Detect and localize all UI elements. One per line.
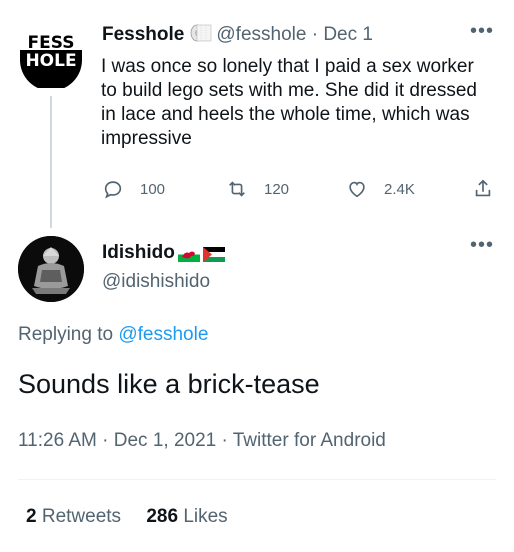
share-button[interactable] <box>472 176 494 202</box>
retweets-stat-count: 2 <box>26 506 37 527</box>
replying-to-prefix: Replying to <box>18 324 114 345</box>
parent-tweet-text: I was once so lonely that I paid a sex w… <box>101 56 477 149</box>
wales-flag-icon <box>177 246 200 262</box>
like-count: 2.4K <box>384 180 415 198</box>
likes-stat-label: Likes <box>183 506 228 527</box>
parent-date[interactable]: Dec 1 <box>323 24 373 45</box>
retweet-button[interactable]: 120 <box>226 176 289 202</box>
reply-timestamp[interactable]: 11:26 AM · Dec 1, 2021 · Twitter for And… <box>18 430 386 452</box>
parent-author-name[interactable]: Fesshole <box>102 24 184 45</box>
retweet-icon <box>229 181 245 197</box>
share-icon <box>475 179 491 197</box>
reply-more-icon[interactable]: ••• <box>470 235 494 255</box>
reply-handle[interactable]: @idishishido <box>102 271 210 293</box>
like-button[interactable]: 2.4K <box>346 176 415 202</box>
reply-tweet-text: Sounds like a brick-tease <box>18 369 320 399</box>
reply-icon <box>104 181 122 199</box>
engagement-stats: 2 Retweets 286 Likes <box>26 506 228 528</box>
likes-stat-count: 286 <box>146 506 179 527</box>
heart-icon <box>349 181 365 198</box>
reply-author-name[interactable]: Idishido <box>102 242 175 264</box>
reply-button[interactable]: 100 <box>102 176 165 202</box>
parent-header: Fesshole @fesshole · Dec 1 <box>102 24 373 46</box>
header-separator: · <box>311 24 319 45</box>
palestine-flag-icon <box>202 246 225 262</box>
logo-text-top: FESS <box>28 33 75 53</box>
retweets-stat[interactable]: 2 Retweets <box>26 506 121 527</box>
fesshole-avatar[interactable]: FESS HOLE <box>18 22 84 91</box>
retweets-stat-label: Retweets <box>41 506 122 527</box>
reply-count: 100 <box>140 180 166 198</box>
replying-to: Replying to @fesshole <box>18 324 208 346</box>
toilet-paper-icon <box>190 24 212 42</box>
replying-to-link[interactable]: @fesshole <box>118 324 208 345</box>
likes-stat[interactable]: 286 Likes <box>146 506 227 527</box>
stats-divider <box>18 479 496 480</box>
retweet-count: 120 <box>264 180 290 198</box>
thread-line <box>50 96 52 228</box>
parent-handle[interactable]: @fesshole <box>216 24 306 45</box>
reply-author-name-row: Idishido <box>102 242 225 264</box>
logo-text-bottom: HOLE <box>25 51 76 71</box>
idishido-avatar[interactable] <box>18 236 84 302</box>
parent-more-icon[interactable]: ••• <box>470 21 494 41</box>
